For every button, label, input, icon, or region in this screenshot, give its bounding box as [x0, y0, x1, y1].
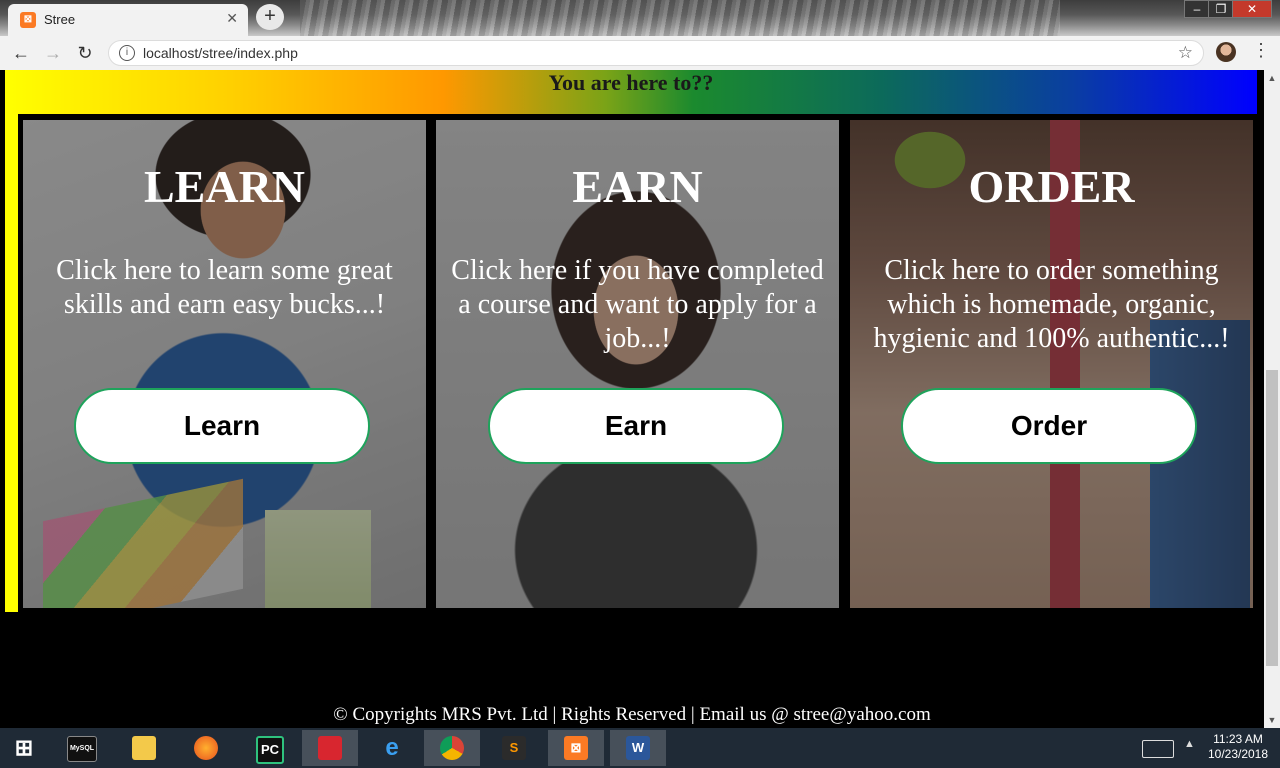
- titlebar-decoration: [300, 0, 1060, 36]
- taskbar-firefox[interactable]: [178, 730, 234, 766]
- learn-description: Click here to learn some great skills an…: [56, 255, 393, 320]
- restore-button[interactable]: ❐: [1208, 0, 1234, 18]
- chrome-icon: [440, 736, 464, 760]
- url-text[interactable]: localhost/stree/index.php: [143, 45, 298, 61]
- taskbar-file-explorer[interactable]: [116, 730, 172, 766]
- taskbar-scratch[interactable]: [302, 730, 358, 766]
- internet-explorer-icon: e: [385, 734, 399, 761]
- clock-date: 10/23/2018: [1207, 747, 1269, 761]
- system-clock[interactable]: 11:23 AM 10/23/2018: [1204, 732, 1272, 762]
- close-window-button[interactable]: ✕: [1232, 0, 1272, 18]
- sublime-text-icon: S: [502, 736, 526, 760]
- mysql-icon: MySQL: [67, 736, 97, 762]
- learn-card[interactable]: LEARN Click here to learn some great ski…: [23, 120, 426, 608]
- info-icon[interactable]: i: [119, 45, 135, 61]
- browser-title-bar: ⊠ Stree ✕ + – ❐ ✕: [0, 0, 1280, 36]
- new-tab-button[interactable]: +: [256, 4, 284, 30]
- xampp-icon: ⊠: [20, 12, 36, 28]
- windows-icon: ⊞: [14, 735, 34, 760]
- order-button[interactable]: Order: [901, 388, 1197, 464]
- taskbar-pycharm[interactable]: PC: [240, 730, 296, 766]
- pycharm-icon: PC: [256, 736, 284, 764]
- show-hidden-icons-icon[interactable]: ▲: [1184, 738, 1195, 750]
- vertical-scrollbar[interactable]: ▲ ▼: [1264, 70, 1280, 728]
- taskbar-sublime-text[interactable]: S: [486, 730, 542, 766]
- file-explorer-icon: [132, 736, 156, 760]
- footer-text: © Copyrights MRS Pvt. Ltd | Rights Reser…: [333, 704, 931, 725]
- order-description: Click here to order something which is h…: [873, 255, 1230, 354]
- profile-avatar[interactable]: [1216, 42, 1236, 62]
- taskbar-word[interactable]: W: [610, 730, 666, 766]
- earn-button[interactable]: Earn: [488, 388, 784, 464]
- clock-time: 11:23 AM: [1213, 732, 1263, 746]
- learn-button[interactable]: Learn: [74, 388, 370, 464]
- earn-card[interactable]: EARN Click here if you have completed a …: [436, 120, 839, 608]
- xampp-icon: ⊠: [564, 736, 588, 760]
- banner-heading: You are here to??: [548, 70, 714, 95]
- banner: You are here to??: [5, 70, 1257, 114]
- taskbar-mysql[interactable]: MySQL: [54, 730, 110, 766]
- word-icon: W: [626, 736, 650, 760]
- windows-taskbar: ⊞ MySQL PC e S ⊠ W ▲ 11:23 AM 10/23/2018: [0, 728, 1280, 768]
- start-button[interactable]: ⊞: [0, 730, 50, 766]
- keyboard-icon[interactable]: [1142, 740, 1174, 758]
- page-viewport: You are here to?? LEARN Click here to le…: [0, 70, 1264, 728]
- reload-button[interactable]: ↻: [74, 42, 96, 64]
- scroll-down-icon[interactable]: ▼: [1264, 712, 1280, 728]
- earn-description: Click here if you have completed a cours…: [451, 255, 824, 354]
- order-heading: ORDER: [968, 161, 1135, 212]
- browser-menu-icon[interactable]: ⋮: [1252, 40, 1270, 61]
- taskbar-chrome[interactable]: [424, 730, 480, 766]
- taskbar-internet-explorer[interactable]: e: [364, 730, 420, 766]
- learn-heading: LEARN: [143, 161, 306, 212]
- minimize-button[interactable]: –: [1184, 0, 1210, 18]
- bookmark-star-icon[interactable]: ☆: [1178, 43, 1193, 63]
- address-bar[interactable]: i localhost/stree/index.php ☆: [108, 40, 1204, 66]
- back-button[interactable]: ←: [10, 42, 32, 64]
- tab-title: Stree: [44, 12, 76, 27]
- scratch-icon: [318, 736, 342, 760]
- forward-button[interactable]: →: [42, 42, 64, 64]
- close-tab-icon[interactable]: ✕: [226, 10, 238, 27]
- browser-tab[interactable]: ⊠ Stree ✕: [8, 4, 248, 36]
- order-card[interactable]: ORDER Click here to order something whic…: [850, 120, 1253, 608]
- taskbar-xampp[interactable]: ⊠: [548, 730, 604, 766]
- browser-toolbar: ← → ↻ i localhost/stree/index.php ☆: [0, 36, 1280, 71]
- firefox-icon: [194, 736, 218, 760]
- left-accent-bar: [5, 114, 18, 612]
- earn-heading: EARN: [572, 161, 703, 212]
- scroll-up-icon[interactable]: ▲: [1264, 70, 1280, 86]
- scrollbar-thumb[interactable]: [1266, 370, 1278, 666]
